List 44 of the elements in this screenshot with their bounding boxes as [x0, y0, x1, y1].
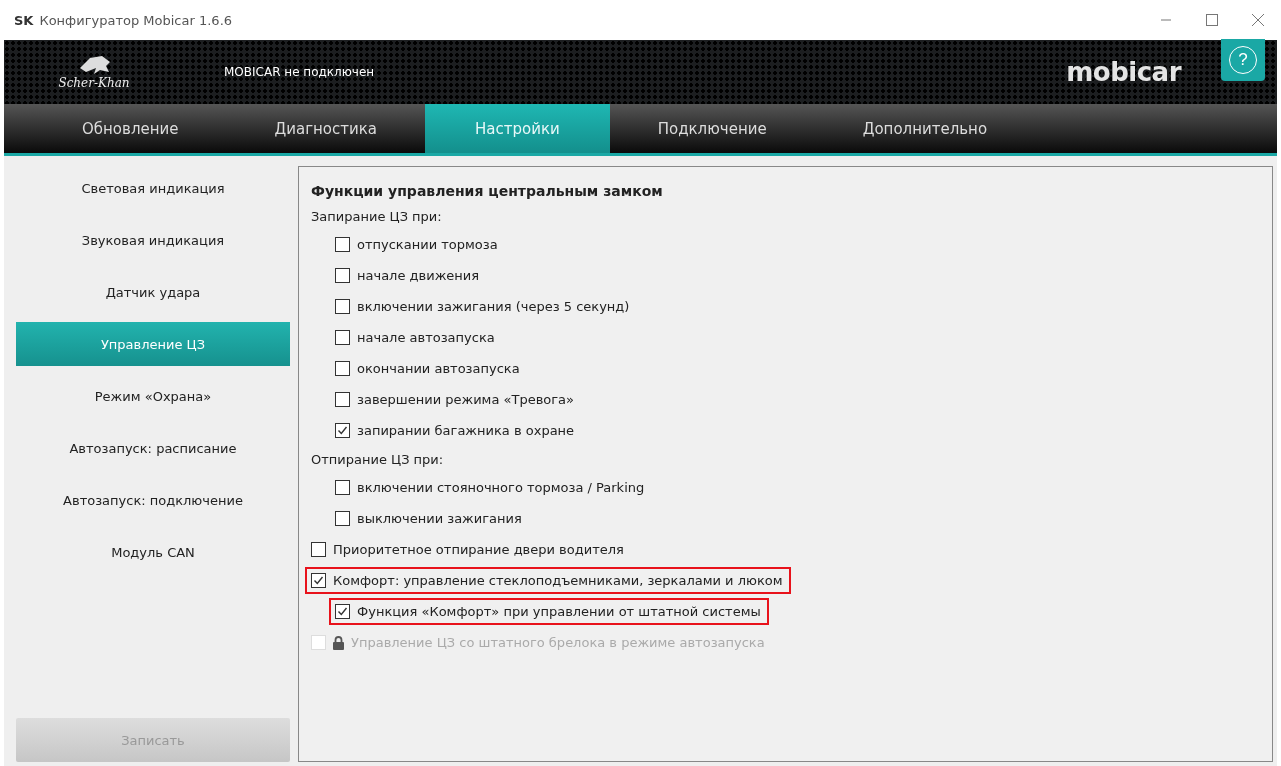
app-title-prefix: SK: [14, 12, 34, 28]
group-label: Запирание ЦЗ при:: [311, 208, 442, 224]
window-title: Конфигуратор Mobicar 1.6.6: [39, 12, 234, 28]
option-label: завершении режима «Тревога»: [357, 392, 575, 407]
checkbox[interactable]: [335, 604, 350, 619]
checkbox[interactable]: [335, 511, 350, 526]
nav-tab[interactable]: Обновление: [34, 104, 227, 153]
sidebar-item[interactable]: Автозапуск: расписание: [16, 426, 290, 470]
option-label: Приоритетное отпирание двери водителя: [333, 542, 624, 557]
checkbox[interactable]: [335, 268, 350, 283]
sidebar-item[interactable]: Световая индикация: [16, 166, 290, 210]
nav-tab[interactable]: Подключение: [609, 104, 815, 153]
checkbox[interactable]: [335, 361, 350, 376]
sidebar-item[interactable]: Автозапуск: подключение: [16, 478, 290, 522]
checkbox[interactable]: [335, 299, 350, 314]
option-label: Управление ЦЗ со штатного брелока в режиме автозапуска: [351, 635, 765, 650]
checkbox[interactable]: [335, 423, 350, 438]
option-label: запирании багажника в охране: [357, 423, 575, 438]
option-label: окончании автозапуска: [357, 361, 520, 376]
checkbox[interactable]: [311, 573, 326, 588]
option-label: Комфорт: управление стеклоподъемниками, зеркалами и люком: [333, 573, 783, 588]
nav-tab[interactable]: Дополнительно: [814, 104, 1036, 153]
option-label: включении зажигания (через 5 секунд): [357, 299, 630, 314]
option-label: Функция «Комфорт» при управлении от штатной системы: [357, 604, 761, 619]
panel-title: Функции управления центральным замком: [311, 183, 664, 199]
connection-status: MOBICAR не подключен: [224, 65, 376, 79]
checkbox[interactable]: [335, 392, 350, 407]
option-label: начале движения: [357, 268, 480, 283]
checkbox[interactable]: [335, 480, 350, 495]
checkbox[interactable]: [335, 237, 350, 252]
option-label: отпускании тормоза: [357, 237, 498, 252]
option-label: включении стояночного тормоза / Parking: [357, 480, 645, 495]
nav-tab[interactable]: Диагностика: [226, 104, 425, 153]
mobicar-logo: mobicar: [1066, 57, 1181, 87]
group-label: Отпирание ЦЗ при:: [311, 451, 444, 467]
sidebar-item[interactable]: Режим «Охрана»: [16, 374, 290, 418]
option-label: начале автозапуска: [357, 330, 495, 345]
sidebar-item[interactable]: Датчик удара: [16, 270, 290, 314]
sidebar-item[interactable]: Звуковая индикация: [16, 218, 290, 262]
checkbox[interactable]: [311, 542, 326, 557]
brand-logo: Scher-Khan: [58, 76, 130, 90]
option-label: выключении зажигания: [357, 511, 522, 526]
checkbox[interactable]: [335, 330, 350, 345]
sidebar-item[interactable]: Модуль CAN: [16, 530, 290, 574]
